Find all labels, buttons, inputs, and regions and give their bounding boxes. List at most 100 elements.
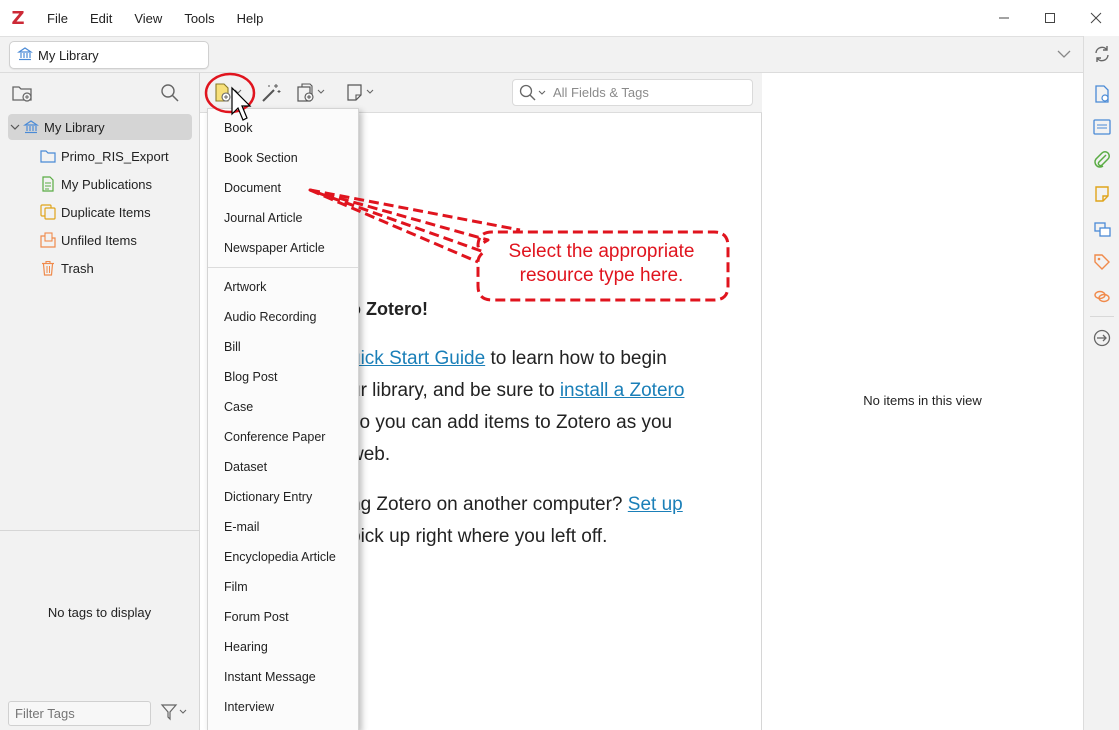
set-up-sync-link[interactable]: Set up: [628, 494, 683, 515]
new-item-icon: [215, 83, 242, 102]
collection-label: Trash: [61, 260, 94, 276]
folder-icon: [40, 148, 56, 164]
quick-start-link[interactable]: uick Start Guide: [350, 348, 485, 369]
tab-bar: My Library: [0, 36, 1083, 73]
menu-item-encyclopedia-article[interactable]: Encyclopedia Article: [224, 550, 336, 564]
menu-tools[interactable]: Tools: [173, 11, 225, 26]
menu-file[interactable]: File: [36, 11, 79, 26]
tab-label: My Library: [38, 47, 99, 63]
menu-item-artwork[interactable]: Artwork: [224, 280, 266, 294]
no-tags-message: No tags to display: [47, 605, 152, 620]
menu-item-conference-paper[interactable]: Conference Paper: [224, 430, 325, 444]
collection-label: Unfiled Items: [61, 232, 137, 248]
new-item-menu: Book Book Section Document Journal Artic…: [207, 108, 359, 730]
new-attachment-button[interactable]: [296, 82, 332, 104]
search-collections-icon[interactable]: [160, 83, 180, 106]
attachment-add-icon: [297, 83, 325, 102]
collections-toolbar: [0, 73, 199, 113]
menu-item-forum-post[interactable]: Forum Post: [224, 610, 289, 624]
abstract-icon[interactable]: [1092, 117, 1112, 137]
no-items-message: No items in this view: [863, 393, 982, 408]
library-icon: [23, 119, 39, 135]
welcome-text: so you can add items to Zotero as you: [350, 412, 673, 433]
menu-item-email[interactable]: E-mail: [224, 520, 259, 534]
welcome-message: o Zotero! uick Start Guide to learn how …: [350, 293, 750, 553]
menu-item-instant-message[interactable]: Instant Message: [224, 670, 316, 684]
libraries-collections-icon[interactable]: [1092, 218, 1112, 238]
menu-item-case[interactable]: Case: [224, 400, 253, 414]
collections-pane: My Library Primo_RIS_Export My Publicati…: [0, 73, 200, 730]
menu-item-document[interactable]: Document: [224, 181, 281, 195]
welcome-text: ng Zotero on another computer?: [350, 494, 628, 515]
new-note-button[interactable]: [346, 82, 380, 104]
menu-item-bill[interactable]: Bill: [224, 340, 241, 354]
tag-icon[interactable]: [1092, 252, 1112, 272]
item-pane: No items in this view: [762, 73, 1083, 730]
menu-separator: [208, 267, 358, 268]
library-icon: [17, 46, 33, 65]
collection-my-library[interactable]: My Library: [8, 114, 192, 140]
sync-icon[interactable]: [1092, 44, 1112, 64]
zotero-logo: Z: [11, 7, 25, 29]
menu-bar: File Edit View Tools Help: [36, 11, 274, 26]
search-placeholder: All Fields & Tags: [553, 85, 649, 100]
add-by-identifier-button[interactable]: [260, 82, 282, 104]
menu-item-dictionary-entry[interactable]: Dictionary Entry: [224, 490, 312, 504]
menu-item-blog-post[interactable]: Blog Post: [224, 370, 278, 384]
collection-label: Duplicate Items: [61, 204, 151, 220]
menu-view[interactable]: View: [123, 11, 173, 26]
note-icon: [347, 84, 374, 101]
tag-filter-button[interactable]: [160, 703, 188, 724]
callout-text: Select the appropriate resource type her…: [480, 240, 723, 288]
locate-icon[interactable]: [1092, 328, 1112, 348]
unfiled-icon: [40, 232, 56, 248]
new-item-button[interactable]: [214, 82, 250, 104]
menu-item-newspaper-article[interactable]: Newspaper Article: [224, 241, 325, 255]
menu-item-book[interactable]: Book: [224, 121, 253, 135]
trash-icon: [40, 260, 56, 276]
item-info-icon[interactable]: [1092, 84, 1112, 104]
collection-my-publications[interactable]: My Publications: [8, 171, 192, 197]
items-toolbar: All Fields & Tags: [200, 73, 762, 113]
menu-item-film[interactable]: Film: [224, 580, 248, 594]
welcome-text: ur library, and be sure to: [350, 380, 560, 401]
collection-label: Primo_RIS_Export: [61, 148, 169, 164]
welcome-text: to learn how to begin: [485, 348, 667, 369]
collection-unfiled-items[interactable]: Unfiled Items: [8, 227, 192, 253]
search-icon[interactable]: [519, 84, 547, 102]
collection-label: My Publications: [61, 176, 153, 192]
menu-item-book-section[interactable]: Book Section: [224, 151, 298, 165]
attachment-icon[interactable]: [1092, 150, 1112, 170]
context-pane-strip: [1083, 36, 1119, 730]
chevron-down-icon[interactable]: [1055, 45, 1073, 66]
collection-primo-ris-export[interactable]: Primo_RIS_Export: [8, 143, 192, 169]
window-controls: [981, 0, 1119, 36]
duplicate-icon: [40, 204, 56, 220]
menu-edit[interactable]: Edit: [79, 11, 123, 26]
close-button[interactable]: [1073, 0, 1119, 36]
notes-icon[interactable]: [1092, 184, 1112, 204]
related-icon[interactable]: [1092, 286, 1112, 306]
maximize-icon: [1045, 13, 1055, 23]
search-input[interactable]: All Fields & Tags: [512, 79, 753, 106]
menu-item-hearing[interactable]: Hearing: [224, 640, 268, 654]
publications-icon: [40, 176, 56, 192]
menu-item-interview[interactable]: Interview: [224, 700, 274, 714]
tags-pane: No tags to display: [0, 530, 199, 730]
new-collection-icon[interactable]: [12, 83, 34, 106]
strip-separator: [1090, 316, 1114, 317]
menu-item-audio-recording[interactable]: Audio Recording: [224, 310, 316, 324]
collection-duplicate-items[interactable]: Duplicate Items: [8, 199, 192, 225]
minimize-icon: [999, 17, 1009, 19]
install-connector-link[interactable]: install a Zotero: [560, 380, 685, 401]
menu-item-dataset[interactable]: Dataset: [224, 460, 267, 474]
collection-trash[interactable]: Trash: [8, 255, 192, 281]
chevron-down-icon[interactable]: [10, 120, 20, 135]
maximize-button[interactable]: [1027, 0, 1073, 36]
filter-tags-input[interactable]: [8, 701, 151, 726]
menu-item-journal-article[interactable]: Journal Article: [224, 211, 303, 225]
tab-my-library[interactable]: My Library: [9, 41, 209, 69]
welcome-heading: o Zotero!: [350, 299, 428, 319]
menu-help[interactable]: Help: [226, 11, 275, 26]
minimize-button[interactable]: [981, 0, 1027, 36]
